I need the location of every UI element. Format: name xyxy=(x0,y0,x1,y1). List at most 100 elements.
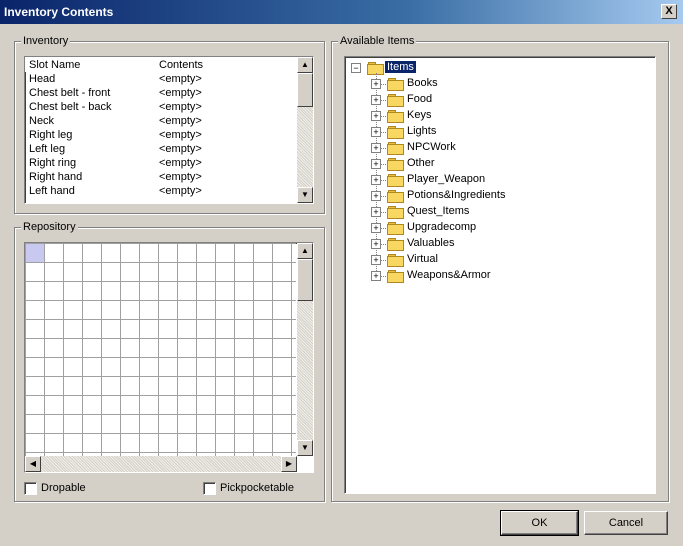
inventory-row[interactable]: Chest belt - back <empty> xyxy=(25,101,295,115)
slot-contents: <empty> xyxy=(159,171,202,183)
folder-icon xyxy=(367,62,384,75)
slot-name: Left hand xyxy=(29,185,75,197)
tree-item-label: Other xyxy=(407,157,435,169)
inventory-row[interactable]: Left leg <empty> xyxy=(25,143,295,157)
scroll-down-arrow-icon[interactable]: ▼ xyxy=(297,187,313,203)
scroll-up-arrow-icon[interactable]: ▲ xyxy=(297,243,313,259)
tree-item-label: Potions&Ingredients xyxy=(407,189,506,201)
tree-item[interactable]: + Upgradecomp xyxy=(345,220,645,236)
tree-root-items[interactable]: − Items xyxy=(345,60,645,76)
plus-box-icon[interactable]: + xyxy=(371,271,381,281)
repository-group: Repository ▲ ▼ ◀ ▶ Dropable Pickpocketab… xyxy=(14,221,325,502)
tree-item-label: Weapons&Armor xyxy=(407,269,491,281)
slot-contents: <empty> xyxy=(159,101,202,113)
tree-item-label: Keys xyxy=(407,109,432,121)
inventory-row[interactable]: Right leg <empty> xyxy=(25,129,295,143)
slot-contents: <empty> xyxy=(159,129,202,141)
scroll-right-arrow-icon[interactable]: ▶ xyxy=(281,456,297,472)
window-title: Inventory Contents xyxy=(4,5,114,19)
tree-item[interactable]: + Weapons&Armor xyxy=(345,268,645,284)
close-button[interactable]: X xyxy=(661,4,677,19)
plus-box-icon[interactable]: + xyxy=(371,223,381,233)
plus-box-icon[interactable]: + xyxy=(371,79,381,89)
tree-item-label: Valuables xyxy=(407,237,455,249)
slot-name: Head xyxy=(29,73,56,85)
slot-name: Right ring xyxy=(29,157,77,169)
inventory-row[interactable]: Head <empty> xyxy=(25,73,295,87)
tree-item-label: Books xyxy=(407,77,438,89)
repository-vscroll[interactable]: ▲ ▼ xyxy=(297,243,313,456)
tree-item-label: Food xyxy=(407,93,433,105)
column-header-contents[interactable]: Contents xyxy=(159,59,203,71)
plus-box-icon[interactable]: + xyxy=(371,111,381,121)
plus-box-icon[interactable]: + xyxy=(371,207,381,217)
minus-box-icon[interactable]: − xyxy=(351,63,361,73)
pickpocketable-checkbox[interactable] xyxy=(203,482,216,495)
scroll-up-arrow-icon[interactable]: ▲ xyxy=(297,57,313,73)
tree-item[interactable]: + Lights xyxy=(345,124,645,140)
items-tree[interactable]: − Items + Books + Food + Keys + Lights + NPCWork + Ot… xyxy=(344,56,656,494)
slot-contents: <empty> xyxy=(159,185,202,197)
tree-item[interactable]: + Keys xyxy=(345,108,645,124)
tree-item[interactable]: + Food xyxy=(345,92,645,108)
repository-grid[interactable] xyxy=(25,243,296,459)
tree-item[interactable]: + Other xyxy=(345,156,645,172)
tree-item-label: Player_Weapon xyxy=(407,173,486,185)
slot-name: Neck xyxy=(29,115,55,127)
tree-item[interactable]: + Valuables xyxy=(345,236,645,252)
inventory-row[interactable]: Chest belt - front <empty> xyxy=(25,87,295,101)
folder-icon xyxy=(387,158,404,171)
plus-box-icon[interactable]: + xyxy=(371,143,381,153)
dropable-checkbox[interactable] xyxy=(24,482,37,495)
slot-name: Chest belt - front xyxy=(29,87,111,99)
plus-box-icon[interactable]: + xyxy=(371,239,381,249)
list-header: Slot Name Contents xyxy=(25,57,297,72)
plus-box-icon[interactable]: + xyxy=(371,95,381,105)
inventory-row[interactable]: Left hand <empty> xyxy=(25,185,295,199)
tree-item[interactable]: + NPCWork xyxy=(345,140,645,156)
scroll-thumb[interactable] xyxy=(297,73,313,107)
scroll-thumb[interactable] xyxy=(297,259,313,301)
ok-button[interactable]: OK xyxy=(500,510,579,536)
folder-icon xyxy=(387,78,404,91)
tree-item[interactable]: + Potions&Ingredients xyxy=(345,188,645,204)
tree-item[interactable]: + Books xyxy=(345,76,645,92)
column-header-slot-name[interactable]: Slot Name xyxy=(29,59,80,71)
title-bar: Inventory Contents X xyxy=(0,0,683,24)
plus-box-icon[interactable]: + xyxy=(371,159,381,169)
inventory-vscroll[interactable]: ▲ ▼ xyxy=(297,57,313,203)
folder-icon xyxy=(387,110,404,123)
plus-box-icon[interactable]: + xyxy=(371,175,381,185)
repository-grid-box[interactable]: ▲ ▼ ◀ ▶ xyxy=(24,242,314,473)
plus-box-icon[interactable]: + xyxy=(371,127,381,137)
slot-name: Left leg xyxy=(29,143,66,155)
inventory-row[interactable]: Neck <empty> xyxy=(25,115,295,129)
tree-root-label: Items xyxy=(385,61,416,73)
plus-box-icon[interactable]: + xyxy=(371,255,381,265)
tree-item[interactable]: + Virtual xyxy=(345,252,645,268)
folder-icon xyxy=(387,238,404,251)
tree-item-label: Upgradecomp xyxy=(407,221,477,233)
folder-icon xyxy=(387,190,404,203)
tree-item-label: Quest_Items xyxy=(407,205,470,217)
slot-contents: <empty> xyxy=(159,157,202,169)
repository-hscroll[interactable]: ◀ ▶ xyxy=(25,456,297,472)
grid-cell-selected[interactable] xyxy=(26,244,44,262)
tree-item-label: Virtual xyxy=(407,253,438,265)
tree-item[interactable]: + Quest_Items xyxy=(345,204,645,220)
slot-contents: <empty> xyxy=(159,115,202,127)
inventory-group: Inventory Slot Name Contents Head <empty>… xyxy=(14,35,325,214)
tree-item[interactable]: + Player_Weapon xyxy=(345,172,645,188)
inventory-legend: Inventory xyxy=(21,35,71,47)
inventory-row[interactable]: Right hand <empty> xyxy=(25,171,295,185)
cancel-button[interactable]: Cancel xyxy=(584,511,668,535)
inventory-row[interactable]: Right ring <empty> xyxy=(25,157,295,171)
scroll-left-arrow-icon[interactable]: ◀ xyxy=(25,456,41,472)
dropable-label: Dropable xyxy=(41,482,86,494)
inventory-list[interactable]: Slot Name Contents Head <empty> Chest belt… xyxy=(24,56,314,204)
slot-contents: <empty> xyxy=(159,87,202,99)
slot-name: Chest belt - back xyxy=(29,101,112,113)
plus-box-icon[interactable]: + xyxy=(371,191,381,201)
scroll-down-arrow-icon[interactable]: ▼ xyxy=(297,440,313,456)
folder-icon xyxy=(387,254,404,267)
